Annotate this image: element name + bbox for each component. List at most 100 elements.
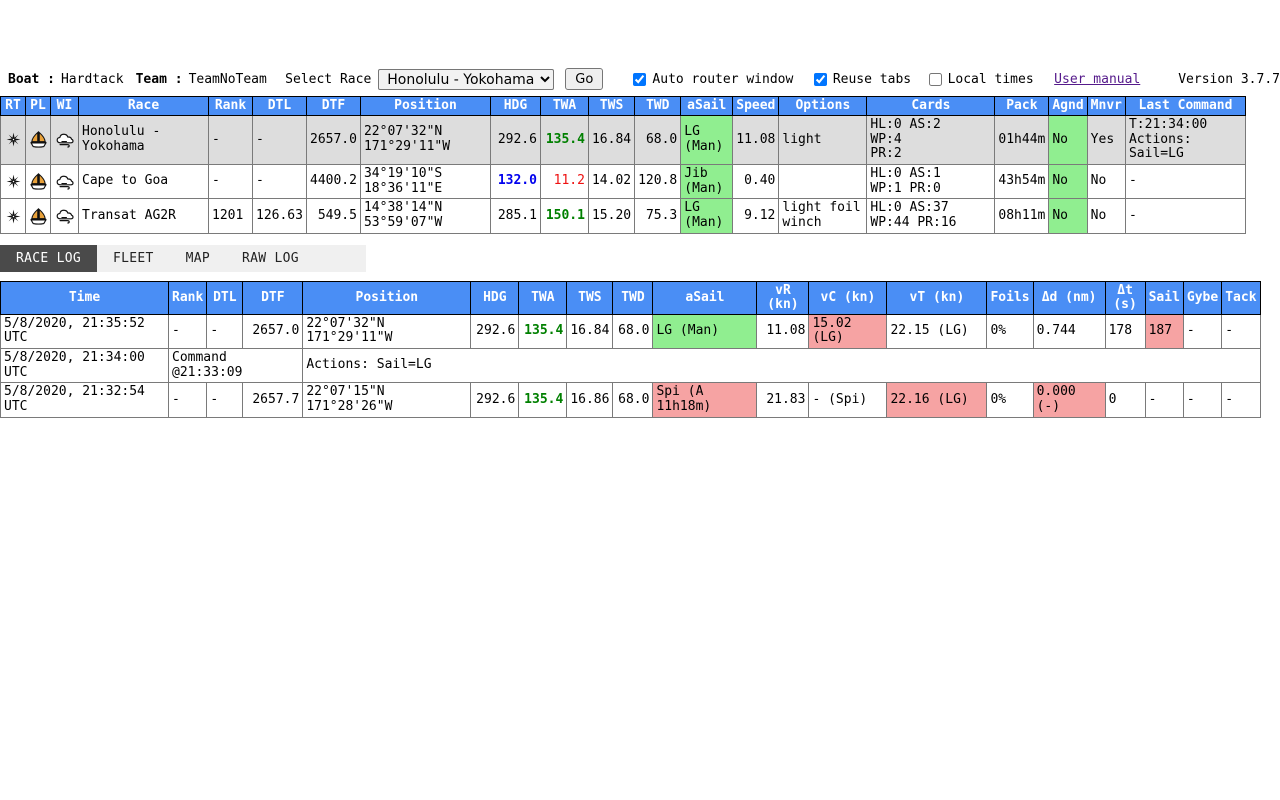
race-log-row[interactable]: 5/8/2020, 21:35:52 UTC - -2657.0 22°07'32"N 1… bbox=[0, 313, 1261, 349]
fleet-col-twd[interactable]: TWD bbox=[634, 96, 682, 116]
reuse-tabs-checkbox[interactable] bbox=[813, 72, 827, 86]
racelog-hdg: 292.6 bbox=[470, 313, 520, 349]
fleet-col-mnvr[interactable]: Mnvr bbox=[1086, 96, 1126, 116]
fleet-col-options[interactable]: Options bbox=[778, 96, 868, 116]
racelog-col-twa[interactable]: TWA bbox=[518, 280, 568, 315]
racelog-gybe: - bbox=[1182, 382, 1223, 418]
racelog-hdg: 292.6 bbox=[470, 382, 520, 418]
fleet-col-tws[interactable]: TWS bbox=[587, 96, 636, 116]
fleet-agnd: No bbox=[1048, 163, 1088, 200]
fleet-col-position[interactable]: Position bbox=[359, 96, 491, 116]
race-log-row[interactable]: 5/8/2020, 21:34:00 UTC Command @21:33:09 Act… bbox=[0, 347, 1261, 384]
fleet-col-twa[interactable]: TWA bbox=[539, 96, 589, 116]
fleet-options: light foil winch bbox=[778, 198, 868, 234]
boat-label: Boat : bbox=[8, 71, 55, 87]
fleet-pack: 43h54m bbox=[994, 163, 1050, 200]
fleet-col-hdg[interactable]: HDG bbox=[489, 96, 541, 116]
auto-router-window-group[interactable]: Auto router window bbox=[633, 72, 793, 87]
fleet-wi-icon-cell[interactable] bbox=[50, 198, 79, 234]
racelog-col-twd[interactable]: TWD bbox=[612, 280, 654, 315]
app-root: Boat : Hardtack Team : TeamNoTeam Select Ra… bbox=[0, 0, 1280, 800]
fleet-col-race[interactable]: Race bbox=[78, 96, 209, 116]
racelog-col-position[interactable]: Position bbox=[302, 280, 472, 315]
race-log-row[interactable]: 5/8/2020, 21:32:54 UTC - -2657.7 22°07'15"N 1… bbox=[0, 382, 1261, 418]
fleet-cards: HL:0 AS:2 WP:4 PR:2 bbox=[866, 114, 996, 165]
reuse-tabs-group[interactable]: Reuse tabs bbox=[813, 71, 912, 87]
fleet-rt-icon-cell[interactable] bbox=[0, 198, 26, 234]
fleet-table-row[interactable]: Honolulu - Yokohama - -2657.0 22°07'32"N 171… bbox=[0, 114, 1246, 165]
fleet-wi-icon-cell[interactable] bbox=[50, 114, 79, 165]
fleet-rt-icon-cell[interactable] bbox=[0, 163, 26, 200]
fleet-wi-icon-cell[interactable] bbox=[50, 163, 79, 200]
compass-rose-icon bbox=[6, 174, 20, 189]
wind-cloud-icon bbox=[56, 175, 74, 190]
racelog-col-hdg[interactable]: HDG bbox=[470, 280, 520, 315]
race-log-body: 5/8/2020, 21:35:52 UTC - -2657.0 22°07'32"N 1… bbox=[0, 313, 1261, 418]
racelog-col-tack[interactable]: Tack bbox=[1221, 280, 1261, 315]
user-manual-link[interactable]: User manual bbox=[1054, 72, 1140, 87]
racelog-col-vt-kn[interactable]: vT (kn) bbox=[886, 280, 988, 315]
fleet-agnd: No bbox=[1048, 198, 1088, 234]
fleet-col-last-command[interactable]: Last Command bbox=[1124, 96, 1246, 116]
racelog-col--t-s[interactable]: Δt (s) bbox=[1104, 280, 1146, 315]
racelog-tack: - bbox=[1221, 382, 1261, 418]
racelog-dtl: - bbox=[206, 313, 244, 349]
fleet-race-name: Honolulu - Yokohama bbox=[78, 114, 209, 165]
racelog-col-vc-kn[interactable]: vC (kn) bbox=[808, 280, 888, 315]
fleet-table-row[interactable]: Transat AG2R 1201 126.63 549.5 14°38'14"N 53°… bbox=[0, 198, 1246, 234]
racelog-col-sail[interactable]: Sail bbox=[1144, 280, 1184, 315]
tab-raw-log[interactable]: RAW LOG bbox=[226, 244, 315, 272]
tab-fleet[interactable]: FLEET bbox=[97, 244, 170, 272]
auto-router-window-checkbox[interactable] bbox=[633, 72, 647, 86]
racelog-col-dtf[interactable]: DTF bbox=[242, 280, 304, 315]
fleet-col-rt[interactable]: RT bbox=[0, 96, 26, 116]
fleet-pl-icon-cell[interactable] bbox=[25, 114, 51, 165]
fleet-col-agnd[interactable]: Agnd bbox=[1048, 96, 1088, 116]
racelog-col-vr-kn[interactable]: vR (kn) bbox=[756, 280, 810, 315]
fleet-mnvr: Yes bbox=[1086, 114, 1126, 165]
fleet-col-pack[interactable]: Pack bbox=[994, 96, 1050, 116]
fleet-table-row[interactable]: Cape to Goa - -4400.2 34°19'10"S 18°36'11"E 1… bbox=[0, 163, 1246, 200]
fleet-cards: HL:0 AS:1 WP:1 PR:0 bbox=[866, 163, 996, 200]
fleet-pl-icon-cell[interactable] bbox=[25, 198, 51, 234]
racelog-position: 22°07'15"N 171°28'26"W bbox=[302, 382, 472, 418]
racelog-delta-t: 178 bbox=[1104, 313, 1146, 349]
racelog-col-tws[interactable]: TWS bbox=[566, 280, 614, 315]
local-times-group[interactable]: Local times bbox=[928, 72, 1034, 87]
fleet-col-speed[interactable]: Speed bbox=[732, 96, 780, 116]
racelog-twa: 135.4 bbox=[518, 382, 568, 418]
racelog-col-dtl[interactable]: DTL bbox=[206, 280, 244, 315]
fleet-col-dtl[interactable]: DTL bbox=[252, 96, 307, 116]
fleet-col-pl[interactable]: PL bbox=[25, 96, 51, 116]
racelog-col-rank[interactable]: Rank bbox=[167, 280, 208, 315]
team-name: TeamNoTeam bbox=[188, 71, 267, 87]
local-times-checkbox[interactable] bbox=[928, 72, 942, 86]
fleet-col-rank[interactable]: Rank bbox=[208, 96, 253, 116]
racelog-col-asail[interactable]: aSail bbox=[652, 280, 758, 315]
tab-race-log[interactable]: RACE LOG bbox=[0, 244, 98, 272]
fleet-col-cards[interactable]: Cards bbox=[866, 96, 996, 116]
fleet-position: 14°38'14"N 53°59'07"W bbox=[359, 198, 491, 234]
racelog-twd: 68.0 bbox=[612, 382, 654, 418]
wind-cloud-icon bbox=[56, 209, 74, 224]
racelog-col--d-nm[interactable]: Δd (nm) bbox=[1032, 280, 1106, 315]
tab-map[interactable]: MAP bbox=[169, 244, 227, 272]
fleet-col-dtf[interactable]: DTF bbox=[305, 96, 361, 116]
race-select[interactable]: Honolulu - YokohamaCape to GoaTransat AG… bbox=[378, 68, 555, 90]
fleet-col-asail[interactable]: aSail bbox=[680, 96, 734, 116]
fleet-dtf: 549.5 bbox=[305, 198, 361, 234]
racelog-position: 22°07'32"N 171°29'11"W bbox=[302, 313, 472, 349]
auto-router-window-label: Auto router window bbox=[652, 71, 794, 87]
racelog-col-time[interactable]: Time bbox=[0, 280, 169, 315]
racelog-foils: 0% bbox=[986, 382, 1034, 418]
fleet-col-wi[interactable]: WI bbox=[50, 96, 79, 116]
racelog-col-gybe[interactable]: Gybe bbox=[1182, 280, 1223, 315]
fleet-rt-icon-cell[interactable] bbox=[0, 114, 26, 165]
reuse-tabs-label: Reuse tabs bbox=[832, 71, 912, 87]
racelog-time: 5/8/2020, 21:34:00 UTC bbox=[0, 347, 169, 384]
racelog-col-foils[interactable]: Foils bbox=[986, 280, 1034, 315]
fleet-pl-icon-cell[interactable] bbox=[25, 163, 51, 200]
go-button[interactable]: Go bbox=[565, 68, 604, 90]
fleet-cards: HL:0 AS:37 WP:44 PR:16 bbox=[866, 198, 996, 234]
racelog-dtl: - bbox=[206, 382, 244, 418]
